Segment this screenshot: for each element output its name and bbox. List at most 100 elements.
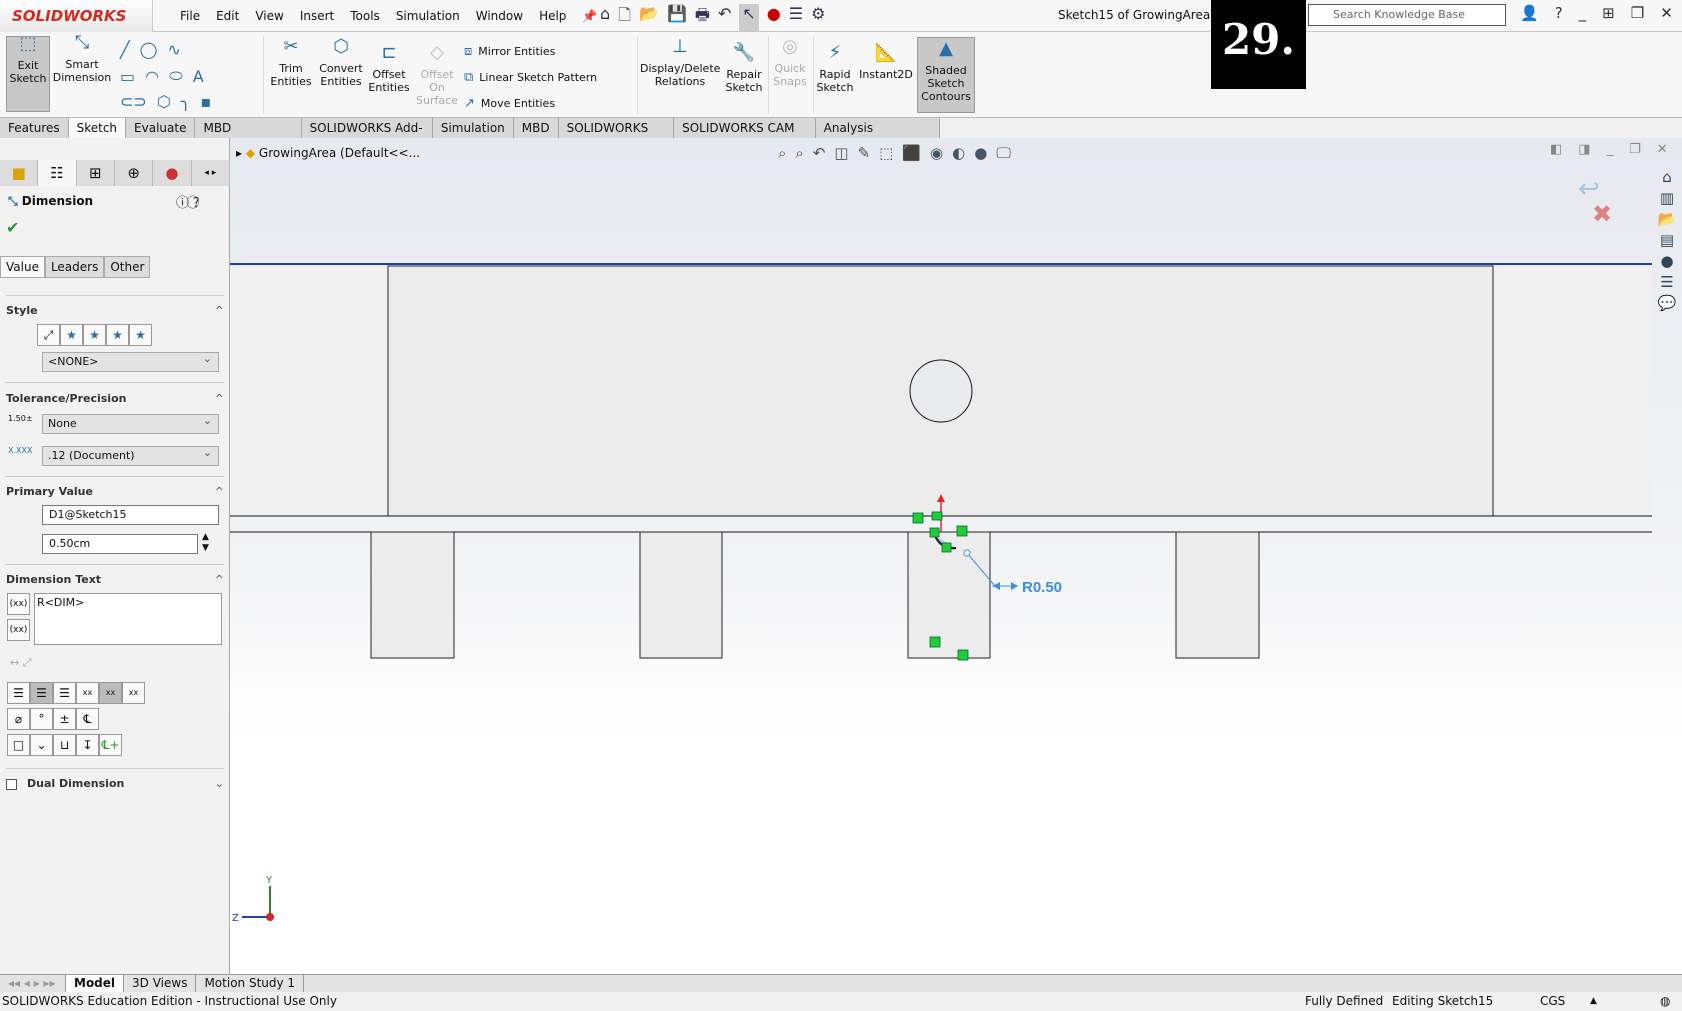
load-style-icon[interactable]: ★ [129,324,152,346]
spline-icon[interactable]: ∿ [168,40,181,59]
units-up-arrow-icon[interactable]: ▲ [1590,992,1597,1011]
tab-value[interactable]: Value [0,256,45,278]
rebuild-icon[interactable]: ● [767,4,781,31]
home-icon[interactable]: ⌂ [600,4,610,31]
collapse-icon[interactable]: ^ [215,485,224,498]
menu-tools[interactable]: Tools [350,9,380,23]
dimension-value-field[interactable]: 0.50cm [42,534,198,554]
open-icon[interactable]: 📂 [639,4,659,31]
tab-leaders[interactable]: Leaders [44,256,105,278]
tolerance-section-header[interactable]: Tolerance/Precision ^ [6,392,224,405]
menu-insert[interactable]: Insert [300,9,334,23]
ok-checkmark-icon[interactable]: ✔ [6,218,19,237]
options-gear-icon[interactable]: ⚙ [811,4,825,31]
offset-on-surface-button[interactable]: ◇ Offset On Surface [414,44,460,108]
tab-simulation[interactable]: Simulation [433,118,514,138]
tab-3d-views[interactable]: 3D Views [124,975,197,992]
ellipse-icon[interactable]: ⬭ [169,66,183,86]
shaded-sketch-contours-button[interactable]: ▲ Shaded Sketch Contours [917,37,975,113]
mirror-entities-button[interactable]: ⧈ Mirror Entities [464,44,555,59]
align-center-icon[interactable]: ☰ [30,682,53,704]
apply-style-icon[interactable]: ⤢ [37,324,60,346]
instant2d-button[interactable]: 📐 Instant2D [858,44,914,82]
text-icon[interactable]: A [193,67,204,86]
menu-edit[interactable]: Edit [216,9,239,23]
circle-icon[interactable]: ◯ [140,40,158,59]
user-icon[interactable]: 👤 [1520,4,1539,22]
tab-cam[interactable]: SOLIDWORKS CAM [559,118,675,155]
degree-symbol-icon[interactable]: ° [30,708,53,730]
primary-value-section-header[interactable]: Primary Value ^ [6,485,224,498]
menu-help[interactable]: Help [539,9,566,23]
align-right-icon[interactable]: ☰ [53,682,76,704]
style-section-header[interactable]: Style ^ [6,304,224,317]
text-above-icon[interactable]: xx [76,682,99,704]
polygon-icon[interactable]: ⬡ [157,92,171,111]
inspection-dimension-icon[interactable]: (xx) [7,619,30,641]
restore-icon[interactable]: ❐ [1631,4,1644,22]
customize-status-icon[interactable]: ◍ [1660,992,1670,1011]
tab-motion-study[interactable]: Motion Study 1 [196,975,305,992]
counterbore-symbol-icon[interactable]: ⊔ [53,734,76,756]
close-icon[interactable]: ✕ [1657,142,1668,157]
tile-icon[interactable]: ⊞ [1602,4,1615,22]
new-document-icon[interactable]: 🗋 [618,4,631,31]
sketch-slot[interactable] [370,531,455,659]
search-knowledge-base-input[interactable]: Search Knowledge Base [1308,4,1506,26]
add-parentheses-icon[interactable]: (xx) [7,593,30,615]
plus-minus-symbol-icon[interactable]: ± [53,708,76,730]
countersink-symbol-icon[interactable]: ⌄ [30,734,53,756]
dual-dimension-section[interactable]: Dual Dimension ⌄ [6,777,224,790]
menu-view[interactable]: View [255,9,283,23]
collapse-icon[interactable]: ^ [215,392,224,405]
sketch-slot[interactable] [639,531,723,659]
appearances-icon[interactable]: ● [1654,252,1680,270]
rectangle-icon[interactable]: ▭ [120,67,135,86]
offset-entities-button[interactable]: ⊏ Offset Entities [366,44,412,95]
file-properties-icon[interactable]: ☰ [789,4,803,31]
tab-analysis-preparation[interactable]: Analysis Preparation [816,118,941,155]
collapse-icon[interactable]: ^ [215,304,224,317]
undo-icon[interactable]: ↶ [718,4,731,31]
smart-dimension-button[interactable]: ⤡ Smart Dimension [52,34,112,112]
trim-entities-button[interactable]: ✂ Trim Entities [268,38,314,89]
solidworks-logo[interactable]: SOLIDWORKS [0,0,153,32]
depth-symbol-icon[interactable]: ↧ [76,734,99,756]
quick-snaps-button[interactable]: ◎ Quick Snaps [770,38,810,89]
menu-simulation[interactable]: Simulation [396,9,460,23]
help-icon[interactable]: ?⃝ [193,196,199,211]
scroll-tabs-arrows[interactable]: ◂ ▸ [192,160,230,186]
view-palette-icon[interactable]: ▤ [1654,231,1680,249]
design-library-icon[interactable]: ▥ [1654,189,1680,207]
minimize-icon[interactable]: _ [1579,4,1587,22]
feature-manager-tab-icon[interactable]: ■ [0,160,39,186]
tab-addins[interactable]: SOLIDWORKS Add-Ins [302,118,433,155]
text-below-icon[interactable]: xx [122,682,145,704]
linear-sketch-pattern-button[interactable]: ⧉ Linear Sketch Pattern [464,70,597,85]
tab-sketch[interactable]: Sketch [68,118,127,138]
add-style-icon[interactable]: ★ [60,324,83,346]
sketch-canvas[interactable]: R0.50 Y Z [230,138,1652,974]
align-left-icon[interactable]: ☰ [7,682,30,704]
dimension-text-area[interactable]: R<DIM> [34,593,222,645]
value-spinner[interactable]: ▲ ▼ [202,532,209,554]
exit-sketch-button[interactable]: ⬚ Exit Sketch [6,35,50,112]
tab-other[interactable]: Other [104,256,151,278]
dual-dimension-checkbox[interactable] [6,778,17,790]
save-style-icon[interactable]: ★ [106,324,129,346]
display-delete-relations-button[interactable]: ⊥ Display/Delete Relations [640,38,720,89]
centerline-symbol-icon[interactable]: ℄ [76,708,99,730]
print-icon[interactable]: 🖶 [695,4,710,31]
expand-icon[interactable]: ⌄ [215,777,224,790]
arc-icon[interactable]: ◠ [145,67,159,86]
collapse-icon[interactable]: ^ [215,573,224,586]
tab-features[interactable]: Features [0,118,69,138]
property-manager-tab-icon[interactable]: ☷ [38,160,77,186]
menu-file[interactable]: File [180,9,200,23]
home-icon[interactable]: ⌂ [1654,168,1680,186]
line-icon[interactable]: ╱ [120,40,130,59]
whats-new-icon[interactable]: ⓘ [176,196,189,211]
pin-icon[interactable]: 📌 [582,9,597,23]
convert-entities-button[interactable]: ⬡ Convert Entities [316,38,366,89]
delete-style-icon[interactable]: ★ [83,324,106,346]
